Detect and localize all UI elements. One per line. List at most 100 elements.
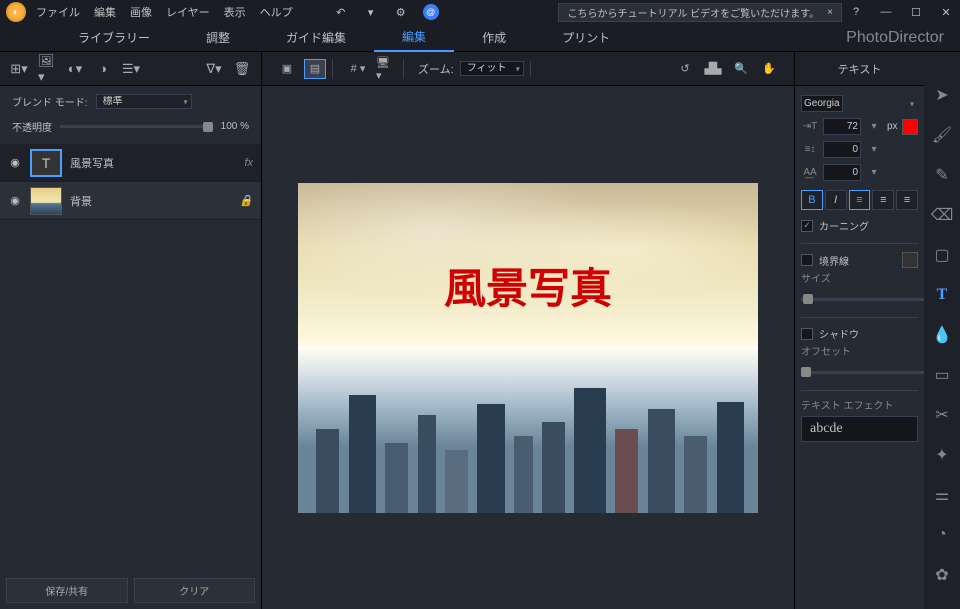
save-share-button[interactable]: 保存/共有 [6,578,128,603]
border-checkbox[interactable] [801,254,813,266]
text-panel-title: テキスト [795,52,924,86]
close-icon[interactable]: ✕ [938,4,954,20]
adjust-tool-icon[interactable]: ⚌ [931,484,953,506]
font-size-icon: ⇥T [801,119,819,135]
tab-create[interactable]: 作成 [454,24,534,51]
shadow-offset-slider[interactable] [801,371,924,374]
align-right-button[interactable]: ≡ [896,190,918,210]
help-icon[interactable]: ? [848,4,864,20]
undo-icon[interactable]: ↶ [333,4,349,20]
tab-print[interactable]: プリント [534,24,638,51]
menu-file[interactable]: ファイル [36,4,80,20]
zoom-select[interactable]: フィット [460,61,524,76]
kerning-label: カーニング [819,218,869,233]
text-color-swatch[interactable] [902,119,918,135]
magic-tool-icon[interactable]: ✦ [931,444,953,466]
pencil-tool-icon[interactable]: ✎ [931,164,953,186]
menu-layer[interactable]: レイヤー [166,4,210,20]
clear-button[interactable]: クリア [134,578,256,603]
opacity-slider[interactable] [60,125,213,128]
font-select[interactable]: Georgia [801,95,843,112]
font-size-input[interactable] [823,118,861,135]
opacity-row: 不透明度 100 % [0,117,261,144]
settings-icon[interactable]: ⚙ [393,4,409,20]
text-overlay[interactable]: 風景写真 [444,255,612,316]
view-compare-icon[interactable]: ▤ [304,59,326,79]
lock-icon[interactable]: 🔒 [239,194,253,207]
border-color-swatch[interactable] [902,252,918,268]
line-height-input[interactable] [823,141,861,158]
view-single-icon[interactable]: ▣ [276,59,298,79]
main-menu: ファイル 編集 画像 レイヤー 表示 ヘルプ ↶ ▾ ⚙ @ [36,4,439,20]
pie-tool-icon[interactable]: ◔ [931,524,953,546]
letter-spacing-input[interactable] [823,164,861,181]
rect-tool-icon[interactable]: ▢ [931,244,953,266]
more-layer-icon[interactable]: ☰▾ [122,60,140,78]
mirror-icon[interactable]: ▟▙ [702,59,724,79]
layer-footer: 保存/共有 クリア [0,572,261,609]
visibility-icon[interactable]: ◉ [8,156,22,169]
layer-item-text[interactable]: ◉ T 風景写真 fx [0,144,261,182]
arrow-tool-icon[interactable]: ➤ [931,84,953,106]
blend-mode-select[interactable]: 標準 [96,94,192,109]
gear-icon[interactable]: ✿ [931,564,953,586]
border-label: 境界線 [819,253,849,268]
layer-name-label: 風景写真 [70,155,236,171]
crop-tool-icon[interactable]: ✂ [931,404,953,426]
display-icon[interactable]: 🖥 ▾ [375,59,397,79]
grid-icon[interactable]: # ▾ [347,59,369,79]
chevron-down-icon[interactable]: ▾ [865,165,883,181]
tutorial-banner[interactable]: こちらからチュートリアル ビデオをご覧いただけます。 × [558,3,842,22]
text-properties-panel: テキスト Georgia ⇥T ▾ px ≡↕ ▾ A͟A [794,52,924,609]
canvas-area[interactable]: 風景写真 [262,86,794,609]
title-bar: ◐ ファイル 編集 画像 レイヤー 表示 ヘルプ ↶ ▾ ⚙ @ こちらからチュ… [0,0,960,24]
chevron-down-icon[interactable]: ▾ [865,142,883,158]
visibility-icon[interactable]: ◉ [8,194,22,207]
redo-icon[interactable]: ▾ [363,4,379,20]
line-height-icon: ≡↕ [801,142,819,158]
adjust-layer-icon[interactable]: ◑ [94,60,112,78]
eraser-tool-icon[interactable]: ⌫ [931,204,953,226]
filter-icon[interactable]: ∇▾ [205,60,223,78]
text-tool-icon[interactable]: T [931,284,953,306]
blur-tool-icon[interactable]: 💧 [931,324,953,346]
effect-preview[interactable]: abcde [801,416,918,442]
add-image-icon[interactable]: 🖼▾ [38,60,56,78]
menu-view[interactable]: 表示 [224,4,246,20]
effect-label: テキスト エフェクト [801,397,918,412]
rotate-left-icon[interactable]: ↺ [674,59,696,79]
tab-guide[interactable]: ガイド編集 [258,24,374,51]
border-size-slider[interactable] [801,298,924,301]
menu-image[interactable]: 画像 [130,4,152,20]
italic-button[interactable]: I [825,190,847,210]
magnify-icon[interactable]: 🔍 [730,59,752,79]
shape-tool-icon[interactable]: ▭ [931,364,953,386]
delete-layer-icon[interactable]: 🗑 [233,60,251,78]
add-layer-icon[interactable]: ⊞▾ [10,60,28,78]
letter-spacing-icon: A͟A [801,165,819,181]
layer-item-bg[interactable]: ◉ 背景 🔒 [0,182,261,220]
module-tabs: ライブラリー 調整 ガイド編集 編集 作成 プリント PhotoDirector [0,24,960,52]
kerning-checkbox[interactable]: ✓ [801,220,813,232]
chevron-down-icon[interactable]: ▾ [865,119,883,135]
tutorial-close-icon[interactable]: × [827,7,833,18]
shadow-checkbox[interactable] [801,328,813,340]
canvas-toolbar: ▣ ▤ # ▾ 🖥 ▾ ズーム: フィット ↺ ▟▙ 🔍 ✋ [262,52,794,86]
minimize-icon[interactable]: — [878,4,894,20]
mask-icon[interactable]: ◐▾ [66,60,84,78]
bold-button[interactable]: B [801,190,823,210]
pan-icon[interactable]: ✋ [758,59,780,79]
tab-library[interactable]: ライブラリー [50,24,178,51]
brush-tool-icon[interactable]: 🖌 [931,124,953,146]
tab-adjust[interactable]: 調整 [178,24,258,51]
maximize-icon[interactable]: ☐ [908,4,924,20]
align-center-button[interactable]: ≡ [872,190,894,210]
menu-help[interactable]: ヘルプ [260,4,293,20]
app-logo: ◐ [6,2,26,22]
cloud-icon[interactable]: @ [423,4,439,20]
canvas-image[interactable]: 風景写真 [298,183,758,513]
fx-icon[interactable]: fx [244,157,253,169]
tab-edit[interactable]: 編集 [374,23,454,52]
align-left-button[interactable]: ≡ [849,190,871,210]
menu-edit[interactable]: 編集 [94,4,116,20]
